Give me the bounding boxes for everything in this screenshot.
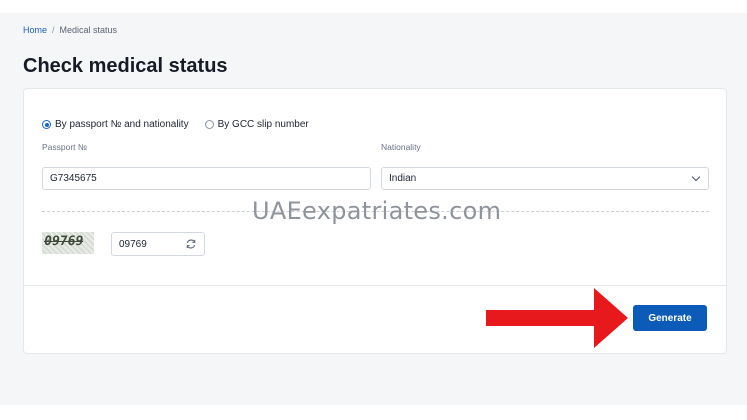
breadcrumb-separator: / xyxy=(52,25,55,35)
radio-option-gcc-slip[interactable]: By GCC slip number xyxy=(204,119,309,130)
passport-input-value: G7345675 xyxy=(50,173,97,184)
radio-button-gcc-slip[interactable] xyxy=(204,120,214,129)
refresh-icon[interactable] xyxy=(185,238,197,250)
nationality-label: Nationality xyxy=(381,142,421,152)
radio-button-passport[interactable] xyxy=(42,120,51,129)
card-footer-divider xyxy=(24,285,726,286)
breadcrumb-home-link[interactable]: Home xyxy=(23,25,47,35)
nationality-select[interactable]: Indian xyxy=(381,167,709,190)
passport-input[interactable]: G7345675 xyxy=(42,167,371,190)
chevron-down-icon xyxy=(691,172,701,182)
captcha-image: 09769 xyxy=(42,232,94,254)
nationality-select-value: Indian xyxy=(389,173,417,184)
radio-option-passport[interactable]: By passport № and nationality xyxy=(42,119,189,130)
passport-label: Passport № xyxy=(42,142,88,152)
red-arrow-annotation xyxy=(486,288,628,348)
breadcrumb-current: Medical status xyxy=(59,25,118,35)
watermark-text: UAEexpatriates.com xyxy=(252,197,502,225)
radio-label-passport: By passport № and nationality xyxy=(55,119,189,130)
search-mode-radio-group: By passport № and nationality By GCC sli… xyxy=(42,119,325,130)
page-title: Check medical status xyxy=(23,55,228,77)
captcha-input[interactable]: 09769 xyxy=(111,232,205,256)
captcha-input-value: 09769 xyxy=(119,238,147,250)
generate-button[interactable]: Generate xyxy=(633,305,707,331)
breadcrumb: Home / Medical status xyxy=(23,25,117,35)
radio-label-gcc-slip: By GCC slip number xyxy=(217,119,309,130)
captcha-image-text: 09769 xyxy=(42,234,85,249)
